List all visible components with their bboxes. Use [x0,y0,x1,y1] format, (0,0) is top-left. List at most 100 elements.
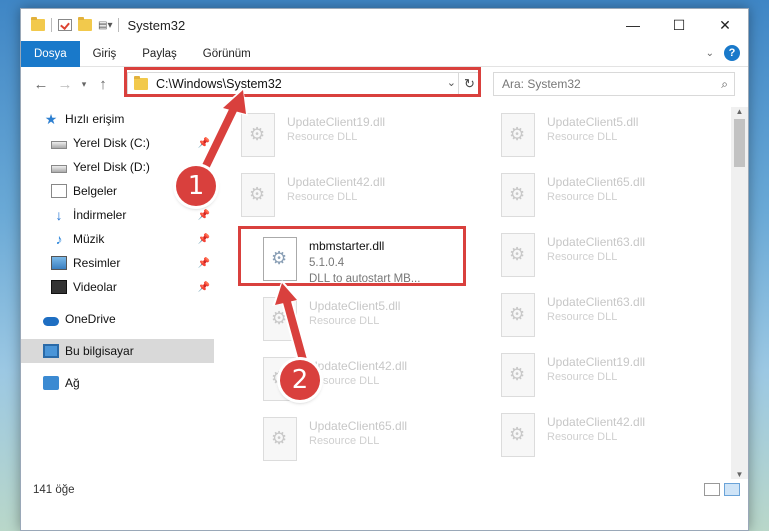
file-description: Resource DLL [287,131,358,143]
file-name: UpdateClient65.dll [547,175,646,189]
network-icon [43,376,59,390]
tab-view[interactable]: Görünüm [190,41,264,67]
file-name: UpdateClient42.dll [309,359,408,373]
nav-label: Videolar [73,280,117,294]
file-name: UpdateClient42.dll [547,415,646,429]
tab-home[interactable]: Giriş [80,41,130,67]
navigation-pane: ★ Hızlı erişim Yerel Disk (C:) 📌 Yerel D… [21,107,214,479]
nav-network[interactable]: Ağ [21,371,214,395]
tab-file[interactable]: Dosya [21,40,80,67]
search-icon: ⌕ [721,77,728,91]
nav-item-videos[interactable]: Videolar 📌 [21,275,214,299]
minimize-button[interactable]: — [610,9,656,41]
dll-file-icon [241,113,275,157]
maximize-button[interactable]: ☐ [656,9,702,41]
scroll-up-icon[interactable]: ▲ [731,107,748,116]
nav-this-pc[interactable]: Bu bilgisayar [21,339,214,363]
forward-button[interactable]: → [53,76,77,93]
nav-label: Yerel Disk (C:) [73,136,150,150]
ribbon-controls: ⌄ ? [706,45,740,61]
videos-icon [51,280,67,294]
file-description: Resource DLL [547,191,618,203]
file-name: UpdateClient19.dll [547,355,646,369]
list-item[interactable]: UpdateClient42.dll Resource DLL [499,409,729,469]
list-item[interactable]: UpdateClient63.dll Resource DLL [499,229,729,289]
details-view-icon[interactable] [704,483,720,496]
pin-icon[interactable]: 📌 [198,138,210,149]
nav-label: Resimler [73,256,121,270]
list-item[interactable]: UpdateClient19.dll Resource DLL [499,349,729,409]
file-name: UpdateClient5.dll [309,299,401,313]
folder-icon[interactable] [31,17,45,31]
close-button[interactable]: ✕ [702,9,748,41]
file-description: Resource DLL [309,435,380,447]
list-item[interactable]: UpdateClient65.dll Resource DLL [499,169,729,229]
help-icon[interactable]: ? [724,45,740,61]
pin-icon[interactable]: 📌 [198,210,210,221]
list-item[interactable]: UpdateClient5.dll Resource DLL [499,109,729,169]
properties-icon[interactable] [58,19,72,31]
dll-file-icon [501,353,535,397]
file-name: UpdateClient63.dll [547,235,646,249]
nav-label: Yerel Disk (D:) [73,160,150,174]
ribbon-tabs: Dosya Giriş Paylaş Görünüm ⌄ ? [21,40,748,67]
search-placeholder: Ara: System32 [502,77,581,91]
pin-icon[interactable]: 📌 [198,234,210,245]
nav-item-local-disk-c[interactable]: Yerel Disk (C:) 📌 [21,131,214,155]
pin-icon[interactable]: 📌 [198,282,210,293]
expand-ribbon-icon[interactable]: ⌄ [706,48,714,59]
toolbar-separator [51,18,52,32]
document-icon [51,184,67,198]
file-description: Resource DLL [547,431,618,443]
step-badge-2: 2 [280,360,320,400]
nav-item-pictures[interactable]: Resimler 📌 [21,251,214,275]
download-icon: ↓ [55,207,63,223]
dll-file-icon [263,417,297,461]
new-folder-icon[interactable] [78,17,92,31]
nav-label: Bu bilgisayar [65,344,134,358]
nav-item-music[interactable]: ♪ Müzik 📌 [21,227,214,251]
nav-label: OneDrive [65,312,116,326]
list-item[interactable]: UpdateClient19.dll Resource DLL [239,109,469,169]
file-description: Resource DLL [547,131,618,143]
tab-share[interactable]: Paylaş [129,41,190,67]
back-button[interactable]: ← [29,76,53,93]
scrollbar-thumb[interactable] [734,119,745,167]
nav-item-downloads[interactable]: ↓ İndirmeler 📌 [21,203,214,227]
status-bar: 141 öğe [21,479,748,501]
dll-file-icon [501,413,535,457]
scroll-down-icon[interactable]: ▼ [731,470,748,479]
nav-label: Hızlı erişim [65,112,125,126]
list-item[interactable]: UpdateClient63.dll Resource DLL [499,289,729,349]
file-highlight-box [238,226,466,286]
address-highlight-box [124,67,481,97]
search-input[interactable]: Ara: System32 ⌕ [493,72,735,96]
list-item[interactable]: UpdateClient5.dll Resource DLL [261,293,491,353]
toolbar-separator [118,18,120,32]
drive-icon [51,164,67,173]
recent-locations-icon[interactable]: ▾ [77,79,91,90]
computer-icon [43,344,59,358]
nav-quick-access[interactable]: ★ Hızlı erişim [21,107,214,131]
quick-access-toolbar: ▤▾ [21,17,120,32]
nav-label: Belgeler [73,184,118,198]
view-toggle [704,483,740,496]
customize-toolbar-icon[interactable]: ▤▾ [98,20,112,31]
vertical-scrollbar[interactable]: ▲ ▼ [731,107,748,479]
caption-buttons: — ☐ ✕ [610,9,748,41]
file-description: Resource DLL [547,371,618,383]
pin-icon[interactable]: 📌 [198,258,210,269]
list-item[interactable]: UpdateClient42.dll Resource DLL [239,169,469,229]
dll-file-icon [501,173,535,217]
dll-file-icon [241,173,275,217]
nav-onedrive[interactable]: OneDrive [21,307,214,331]
music-icon: ♪ [55,231,63,247]
file-name: UpdateClient5.dll [547,115,639,129]
list-item[interactable]: UpdateClient65.dll Resource DLL [261,413,491,473]
file-name: UpdateClient63.dll [547,295,646,309]
up-button[interactable]: ↑ [91,76,115,93]
file-name: UpdateClient65.dll [309,419,408,433]
step-badge-1: 1 [176,166,216,206]
tiles-view-icon[interactable] [724,483,740,496]
file-name: UpdateClient42.dll [287,175,386,189]
